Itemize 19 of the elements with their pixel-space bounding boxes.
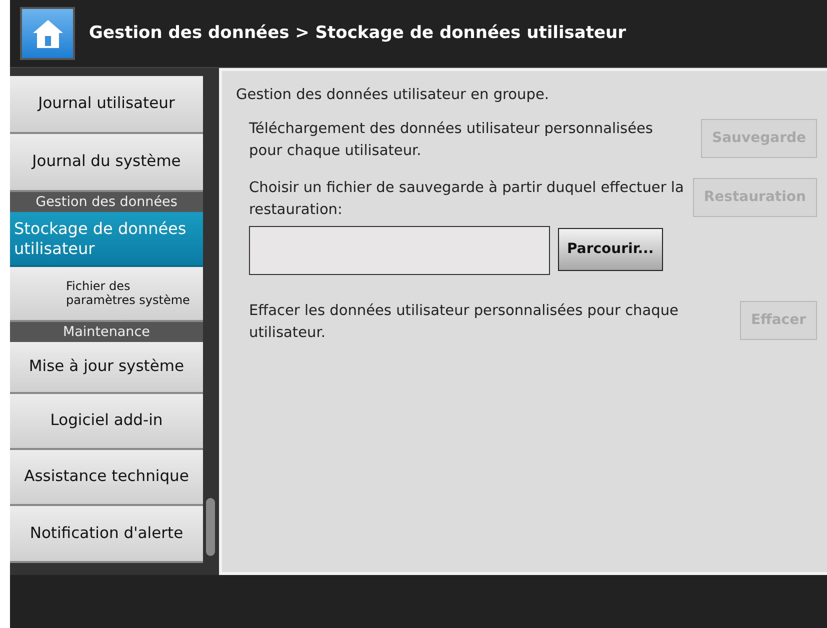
category-header: Gestion des données [10,192,203,212]
sidebar-item[interactable]: Journal utilisateur [10,76,203,134]
description-text: Téléchargement des données utilisateur personnalisées pour chaque utilisateur. [249,120,654,160]
home-button[interactable] [20,7,75,60]
sidebar-item[interactable]: Fichier des paramètres système [10,267,203,322]
browse-button[interactable]: Parcourir... [558,228,663,271]
sidebar-item[interactable]: Assistance technique [10,450,203,506]
scrollbar-thumb[interactable] [206,498,215,556]
file-path-field[interactable] [249,226,550,275]
category-header: Maintenance [10,322,203,342]
sidebar-item[interactable]: Logiciel add-in [10,394,203,450]
intro-text: Gestion des données utilisateur en groupe. [236,86,549,105]
sidebar-item[interactable]: Stockage de données utilisateur [10,212,203,267]
page-title: Gestion des données > Stockage de données utilisateur [89,22,626,45]
sidebar-item[interactable]: Mise à jour système [10,342,203,394]
sidebar-item[interactable]: Notification d'alerte [10,506,203,563]
description-text: Choisir un fichier de sauvegarde à partir duquel effectuer la restauration: [249,179,685,220]
sidebar-item[interactable]: Journal du système [10,134,203,192]
description-text: Effacer les données utilisateur personnalisées pour chaque utilisateur. [249,302,680,342]
